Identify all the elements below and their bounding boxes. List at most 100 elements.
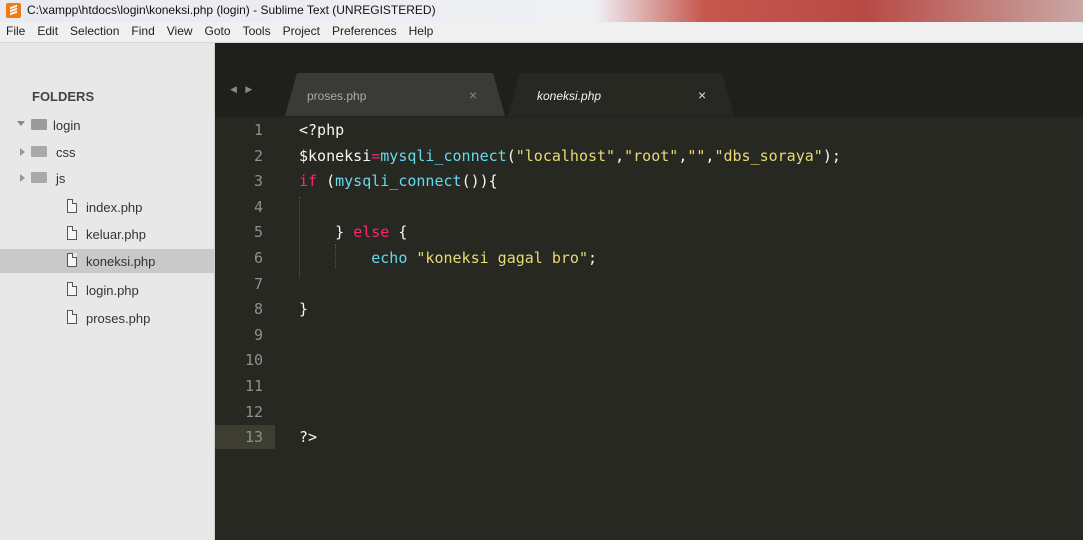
menu-goto[interactable]: Goto xyxy=(199,22,237,38)
menu-tools[interactable]: Tools xyxy=(237,22,277,38)
menu-find[interactable]: Find xyxy=(125,22,160,38)
menu-view[interactable]: View xyxy=(161,22,199,38)
code-text: if (mysqli_connect()){ xyxy=(299,169,498,193)
line-number: 10 xyxy=(244,351,263,370)
menu-preferences[interactable]: Preferences xyxy=(326,22,403,38)
caret-right-icon[interactable] xyxy=(20,148,25,156)
file-icon xyxy=(67,226,77,240)
sublime-app-icon xyxy=(6,3,21,18)
menu-bar: File Edit Selection Find View Goto Tools Projec… xyxy=(0,22,1083,43)
code-editor[interactable]: 1 <?php 2 $koneksi=mysqli_connect("localhos… xyxy=(215,117,1083,540)
code-token: mysqli_connect xyxy=(380,146,507,165)
code-text: <?php xyxy=(299,118,344,142)
code-token: ); xyxy=(822,146,841,165)
code-line[interactable]: 3 if (mysqli_connect()){ xyxy=(215,169,1083,193)
tab-koneksi[interactable]: koneksi.php × xyxy=(508,73,734,116)
close-icon[interactable]: × xyxy=(698,87,706,103)
file-icon xyxy=(67,310,77,324)
code-line[interactable]: 11 xyxy=(215,374,1083,398)
tree-file-keluar[interactable]: keluar.php xyxy=(0,222,214,246)
code-line[interactable]: 7 xyxy=(215,272,1083,296)
indent-guide xyxy=(335,244,336,268)
indent-guide xyxy=(299,197,300,277)
line-number: 8 xyxy=(253,300,263,319)
code-line[interactable]: 5 } else { xyxy=(215,220,1083,244)
code-token: ?> xyxy=(299,428,318,447)
code-token: } xyxy=(299,300,309,319)
code-token: "dbs_soraya" xyxy=(714,146,823,165)
code-line[interactable]: 8} xyxy=(215,297,1083,321)
file-icon xyxy=(67,199,77,213)
menu-file[interactable]: File xyxy=(0,22,31,38)
folder-icon xyxy=(31,172,47,183)
code-token: "" xyxy=(687,146,706,165)
menu-edit[interactable]: Edit xyxy=(31,22,64,38)
tree-file-koneksi[interactable]: koneksi.php xyxy=(0,249,214,273)
tree-file-label: login.php xyxy=(86,283,139,298)
tab-proses[interactable]: proses.php × xyxy=(285,73,505,116)
tree-folder-label: js xyxy=(56,171,66,186)
code-line[interactable]: 1 <?php xyxy=(215,118,1083,142)
line-number: 7 xyxy=(253,274,263,293)
line-number: 12 xyxy=(244,402,263,421)
tree-file-login[interactable]: login.php xyxy=(0,278,214,302)
line-number: 11 xyxy=(244,377,263,395)
tree-file-index[interactable]: index.php xyxy=(0,195,214,219)
tab-nav-arrows-icon[interactable]: ◀ ▶ xyxy=(230,84,255,95)
caret-down-icon[interactable] xyxy=(17,121,25,126)
menu-help[interactable]: Help xyxy=(403,22,440,38)
folders-header-label: FOLDERS xyxy=(32,89,95,104)
code-line[interactable]: 12 xyxy=(215,400,1083,424)
tree-folder-label: css xyxy=(56,145,76,160)
code-text: } else { xyxy=(299,220,407,244)
code-token: if xyxy=(299,172,318,191)
code-token: ( xyxy=(317,172,336,191)
menu-selection[interactable]: Selection xyxy=(64,22,125,38)
line-number: 9 xyxy=(253,325,263,344)
caret-right-icon[interactable] xyxy=(20,174,25,182)
code-text: ?> xyxy=(299,425,317,449)
file-icon xyxy=(67,253,77,267)
close-icon[interactable]: × xyxy=(469,87,477,103)
tree-file-label: koneksi.php xyxy=(86,254,156,269)
code-line[interactable]: 4 xyxy=(215,195,1083,219)
tree-file-label: proses.php xyxy=(86,311,151,326)
window-title: C:\xampp\htdocs\login\koneksi.php (login… xyxy=(27,3,436,17)
code-token: ; xyxy=(588,249,598,267)
code-line[interactable]: 13 ?> xyxy=(215,425,1083,450)
tab-label: koneksi.php xyxy=(537,89,602,103)
tab-label: proses.php xyxy=(307,89,367,103)
code-token: mysqli_connect xyxy=(335,172,462,191)
code-text: echo "koneksi gagal bro"; xyxy=(299,246,597,270)
title-bar: C:\xampp\htdocs\login\koneksi.php (login… xyxy=(0,0,1083,22)
tree-folder-css[interactable]: css xyxy=(0,140,214,164)
code-token: echo xyxy=(371,249,408,267)
code-line[interactable]: 2 $koneksi=mysqli_connect("localhost","ro… xyxy=(215,144,1083,168)
code-token: <?php xyxy=(299,121,345,139)
tree-folder-js[interactable]: js xyxy=(0,166,214,190)
code-line[interactable]: 6 echo "koneksi gagal bro"; xyxy=(215,246,1083,270)
code-token: } xyxy=(299,223,354,242)
code-token: , xyxy=(615,146,625,165)
tree-folder-label: login xyxy=(53,118,81,133)
code-token: "root" xyxy=(624,146,679,165)
tree-file-label: keluar.php xyxy=(86,227,146,242)
file-icon xyxy=(67,282,77,296)
line-number: 13 xyxy=(215,425,275,450)
tree-file-label: index.php xyxy=(86,200,143,215)
code-line[interactable]: 10 xyxy=(215,348,1083,372)
tree-file-proses[interactable]: proses.php xyxy=(0,306,214,330)
code-token: ( xyxy=(506,146,516,165)
code-text: } xyxy=(299,297,308,321)
line-number: 1 xyxy=(253,121,263,139)
code-line[interactable]: 9 xyxy=(215,323,1083,347)
menu-project[interactable]: Project xyxy=(277,22,326,38)
line-number: 2 xyxy=(253,146,263,165)
code-token: else xyxy=(353,223,390,242)
code-token: , xyxy=(678,146,688,165)
code-text: $koneksi=mysqli_connect("localhost","roo… xyxy=(299,144,841,168)
code-token: $koneksi xyxy=(299,146,372,165)
line-number: 6 xyxy=(253,249,263,267)
tree-folder-login[interactable]: login xyxy=(0,113,214,137)
code-token: ()){ xyxy=(461,172,498,191)
